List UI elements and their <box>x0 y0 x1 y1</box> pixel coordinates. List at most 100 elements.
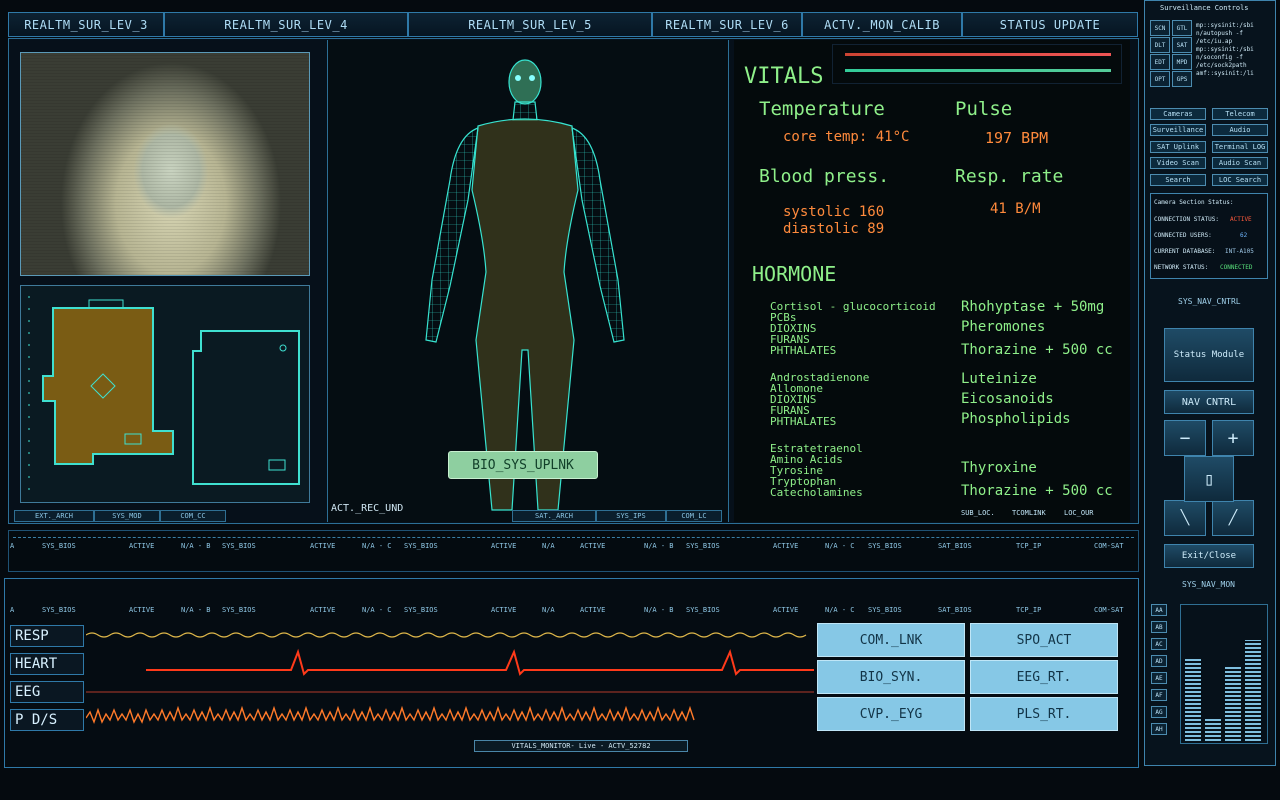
channel-ae-button[interactable]: AE <box>1151 672 1167 684</box>
status-item: A <box>10 542 15 550</box>
scn-button[interactable]: SCN <box>1150 20 1170 36</box>
search-button[interactable]: Search <box>1150 174 1206 186</box>
vitals-footer-loc-our[interactable]: LOC_OUR <box>1064 509 1094 517</box>
subtab-com-lc[interactable]: COM_LC <box>666 510 722 522</box>
audio-button[interactable]: Audio <box>1212 124 1268 136</box>
status-item: ACTIVE <box>491 606 517 614</box>
pls-rt-button[interactable]: PLS_RT. <box>970 697 1118 731</box>
subtab-sys-mod[interactable]: SYS_MOD <box>94 510 160 522</box>
pan-right-button[interactable]: ╱ <box>1212 500 1254 536</box>
loc-search-button[interactable]: LOC Search <box>1212 174 1268 186</box>
connection-status-value: ACTIVE <box>1230 216 1252 223</box>
mpd-button[interactable]: MPD <box>1172 54 1192 70</box>
zoom-out-button[interactable]: − <box>1164 420 1206 456</box>
level-meter <box>1245 640 1261 741</box>
monitor-footer: VITALS_MONITOR- Live - ACTV_52782 <box>474 740 688 752</box>
status-item: N/A - C <box>362 606 392 614</box>
status-item: COM-SAT <box>1094 606 1124 614</box>
gtl-button[interactable]: GTL <box>1172 20 1192 36</box>
blood-pressure-label: Blood press. <box>759 166 890 187</box>
level-meter <box>1185 658 1201 741</box>
subtab-ext-arch[interactable]: EXT._ARCH <box>14 510 94 522</box>
status-item: ACTIVE <box>310 606 336 614</box>
channel-ac-button[interactable]: AC <box>1151 638 1167 650</box>
hormone-item: Catecholamines <box>770 486 863 499</box>
gps-button[interactable]: GPS <box>1172 71 1192 87</box>
body-caption: ACT._REC_UND <box>331 503 404 514</box>
status-item: ACTIVE <box>773 606 799 614</box>
status-item: SYS_BIOS <box>222 542 256 550</box>
opt-button[interactable]: OPT <box>1150 71 1170 87</box>
status-item: N/A - B <box>644 542 674 550</box>
edt-button[interactable]: EDT <box>1150 54 1170 70</box>
subtab-sys-ips[interactable]: SYS_IPS <box>596 510 666 522</box>
status-item: SYS_BIOS <box>686 606 720 614</box>
status-item: ACTIVE <box>580 542 606 550</box>
treatment-item: Thorazine + 500 cc <box>961 342 1113 358</box>
vitals-footer-sub-loc[interactable]: SUB_LOC. <box>961 509 995 517</box>
status-item: A <box>10 606 15 614</box>
status-item: SYS_BIOS <box>686 542 720 550</box>
exit-close-button[interactable]: Exit/Close <box>1164 544 1254 568</box>
sat-button[interactable]: SAT <box>1172 37 1192 53</box>
vitals-title: VITALS <box>744 64 824 89</box>
status-item: ACTIVE <box>310 542 336 550</box>
video-scan-button[interactable]: Video Scan <box>1150 157 1206 169</box>
cameras-button[interactable]: Cameras <box>1150 108 1206 120</box>
telecom-button[interactable]: Telecom <box>1212 108 1268 120</box>
code-line: /etc/sock2path <box>1196 62 1247 69</box>
tab-actv-mon-calib[interactable]: ACTV._MON_CALIB <box>802 12 962 37</box>
pulse-value: 197 BPM <box>985 129 1049 147</box>
treatment-item: Pheromones <box>961 319 1046 335</box>
status-item: N/A - B <box>181 542 211 550</box>
connection-status-label: CONNECTION STATUS: <box>1154 216 1220 223</box>
bio-syn-button[interactable]: BIO_SYN. <box>817 660 965 694</box>
bio-sys-uplink-button[interactable]: BIO_SYS_UPLNK <box>448 451 598 479</box>
code-line: n/autopush -f <box>1196 30 1243 37</box>
spo-act-button[interactable]: SPO_ACT <box>970 623 1118 657</box>
subtab-sat-arch[interactable]: SAT._ARCH <box>512 510 596 522</box>
sys-nav-mon-title: SYS_NAV_MON <box>1182 580 1235 589</box>
sys-nav-cntrl-title: SYS_NAV_CNTRL <box>1178 297 1241 306</box>
channel-ag-button[interactable]: AG <box>1151 706 1167 718</box>
surveillance-button[interactable]: Surveillance <box>1150 124 1206 136</box>
channel-af-button[interactable]: AF <box>1151 689 1167 701</box>
status-item: SYS_BIOS <box>404 606 438 614</box>
center-frame-button[interactable]: ▯ <box>1184 456 1234 502</box>
status-module-button[interactable]: Status Module <box>1164 328 1254 382</box>
floor-plan-map <box>20 285 310 503</box>
connected-users-label: CONNECTED USERS: <box>1154 232 1212 239</box>
channel-ab-button[interactable]: AB <box>1151 621 1167 633</box>
dlt-button[interactable]: DLT <box>1150 37 1170 53</box>
treatment-item: Rhohyptase + 50mg <box>961 299 1105 315</box>
com-lnk-button[interactable]: COM._LNK <box>817 623 965 657</box>
audio-scan-button[interactable]: Audio Scan <box>1212 157 1268 169</box>
status-item: ACTIVE <box>773 542 799 550</box>
cvp-eyg-button[interactable]: CVP._EYG <box>817 697 965 731</box>
channel-ad-button[interactable]: AD <box>1151 655 1167 667</box>
tab-realtm-sur-lev-4[interactable]: REALTM_SUR_LEV_4 <box>164 12 408 37</box>
tab-realtm-sur-lev-3[interactable]: REALTM_SUR_LEV_3 <box>8 12 164 37</box>
level-meters <box>1180 604 1268 744</box>
camera-status-title: Camera Section Status: <box>1154 199 1234 206</box>
status-item: SAT_BIOS <box>938 606 972 614</box>
channel-ah-button[interactable]: AH <box>1151 723 1167 735</box>
zoom-in-button[interactable]: + <box>1212 420 1254 456</box>
sat-uplink-button[interactable]: SAT Uplink <box>1150 141 1206 153</box>
subtab-com-cc[interactable]: COM_CC <box>160 510 226 522</box>
status-item: N/A - C <box>362 542 392 550</box>
eeg-rt-button[interactable]: EEG_RT. <box>970 660 1118 694</box>
tab-realtm-sur-lev-5[interactable]: REALTM_SUR_LEV_5 <box>408 12 652 37</box>
channel-aa-button[interactable]: AA <box>1151 604 1167 616</box>
connected-users-value: 62 <box>1240 232 1248 239</box>
temperature-value: core temp: 41°C <box>783 129 910 145</box>
code-line: mp::sysinit:/sbi <box>1196 46 1254 53</box>
status-item: ACTIVE <box>129 606 155 614</box>
vitals-footer-tcomlink[interactable]: TCOMLINK <box>1012 509 1046 517</box>
tab-status-update[interactable]: STATUS UPDATE <box>962 12 1138 37</box>
nav-cntrl-button[interactable]: NAV CNTRL <box>1164 390 1254 414</box>
treatment-item: Thyroxine <box>961 460 1037 476</box>
pan-left-button[interactable]: ╲ <box>1164 500 1206 536</box>
terminal-log-button[interactable]: Terminal LOG <box>1212 141 1268 153</box>
tab-realtm-sur-lev-6[interactable]: REALTM_SUR_LEV_6 <box>652 12 802 37</box>
